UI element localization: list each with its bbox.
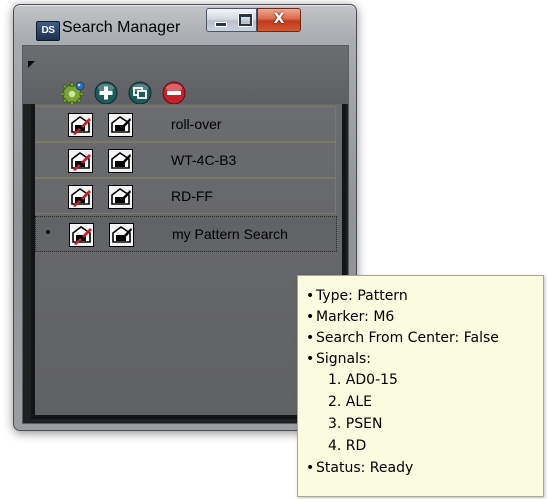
tooltip-signal-item: 3. PSEN: [328, 416, 383, 432]
active-search-indicator: [46, 230, 50, 234]
search-name: RD-FF: [171, 188, 213, 204]
close-icon: X: [273, 11, 285, 27]
list-item[interactable]: roll-over: [35, 106, 336, 142]
tooltip-search-from-center: • Search From Center: False: [306, 330, 499, 346]
tooltip-signals-header: • Signals:: [306, 351, 372, 367]
duplicate-search-button[interactable]: [128, 81, 152, 105]
run-search-icon[interactable]: [108, 185, 133, 209]
maximize-icon: [238, 13, 253, 27]
tooltip-type: • Type: Pattern: [306, 288, 408, 304]
title-bar[interactable]: DS Search Manager X: [14, 5, 356, 45]
add-search-button[interactable]: [94, 81, 118, 105]
app-icon: DS: [36, 21, 60, 41]
run-search-icon[interactable]: [108, 149, 133, 173]
list-item[interactable]: WT-4C-B3: [35, 142, 336, 178]
toolbar: [23, 46, 348, 105]
edit-search-icon[interactable]: [68, 113, 93, 137]
window-title: Search Manager: [62, 19, 181, 36]
close-button[interactable]: X: [257, 8, 301, 32]
tooltip-marker: • Marker: M6: [306, 309, 395, 325]
run-search-icon[interactable]: [109, 223, 134, 247]
list-item-selected[interactable]: my Pattern Search: [35, 216, 337, 252]
tooltip-signal-item: 4. RD: [328, 438, 367, 454]
remove-search-button[interactable]: [162, 81, 186, 105]
copy-icon: [128, 81, 152, 105]
search-name: WT-4C-B3: [171, 152, 237, 168]
maximize-button[interactable]: [232, 8, 257, 32]
tooltip-signal-item: 1. AD0-15: [328, 372, 398, 388]
run-search-icon[interactable]: [108, 113, 133, 137]
list-item[interactable]: RD-FF: [35, 178, 336, 214]
plus-icon: [94, 81, 118, 105]
corner-handle[interactable]: [28, 61, 35, 68]
search-name: my Pattern Search: [172, 226, 288, 242]
edit-search-icon[interactable]: [69, 223, 94, 247]
minus-icon: [162, 81, 186, 105]
settings-button[interactable]: [61, 81, 85, 105]
search-name: roll-over: [171, 116, 222, 132]
minimize-button[interactable]: [206, 8, 233, 32]
search-details-tooltip: • Type: Pattern • Marker: M6 • Search From …: [297, 275, 544, 497]
tooltip-status: • Status: Ready: [306, 460, 414, 476]
edit-search-icon[interactable]: [68, 149, 93, 173]
minimize-icon: [215, 22, 227, 27]
edit-search-icon[interactable]: [68, 185, 93, 209]
tooltip-signal-item: 2. ALE: [328, 394, 373, 410]
gear-icon: [61, 81, 85, 105]
